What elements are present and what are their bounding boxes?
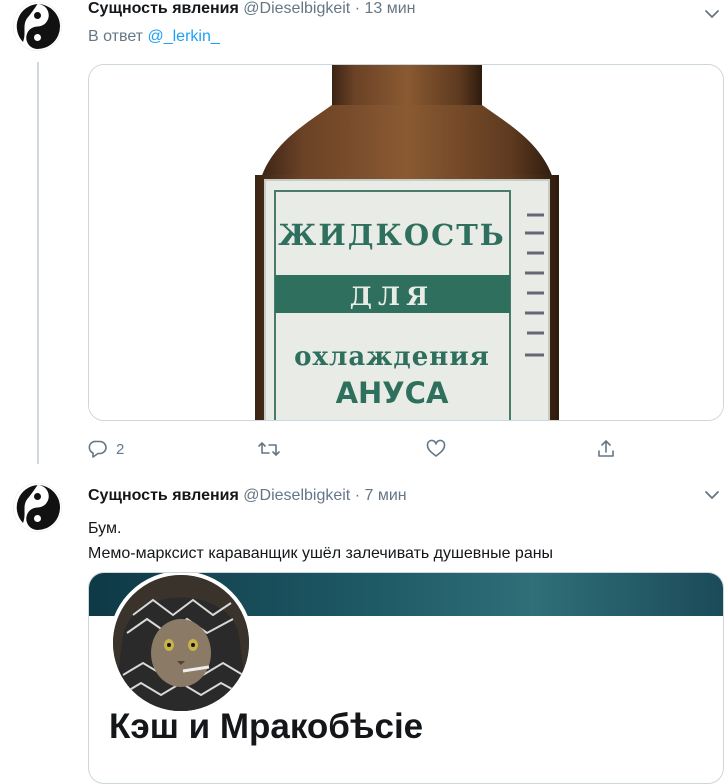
author-avatar-2[interactable] (13, 483, 62, 532)
label-line2: ДЛЯ (350, 282, 434, 311)
label-line1: ЖИДКОСТЬ (278, 218, 505, 252)
liquid-bottle-photo: ЖИДКОСТЬ ДЛЯ охлаждения АНУСА (89, 65, 723, 420)
yin-yang-avatar-icon (13, 483, 62, 532)
reply-prefix: В ответ (88, 28, 144, 45)
cat-in-keffiyeh-photo (113, 575, 249, 711)
tweet-header: Сущность явления @Dieselbigkeit · 13 мин (88, 0, 416, 18)
tweet-image[interactable]: ЖИДКОСТЬ ДЛЯ охлаждения АНУСА (88, 64, 724, 421)
author-avatar[interactable] (13, 2, 62, 51)
tweet-header-2: Сущность явления @Dieselbigkeit · 7 мин (88, 487, 407, 505)
reply-mention-link[interactable]: @_lerkin_ (147, 28, 219, 45)
tweet-timestamp[interactable]: 7 мин (364, 487, 406, 504)
retweet-button[interactable] (258, 435, 280, 463)
share-button[interactable] (596, 435, 616, 463)
card-profile-photo (109, 573, 253, 715)
chevron-down-icon[interactable] (704, 6, 720, 22)
tweet-text-line: Мемо-марксист караванщик ушёл залечивать… (88, 545, 554, 562)
user-handle[interactable]: @Dieselbigkeit (243, 487, 350, 504)
label-line4: АНУСА (336, 376, 449, 410)
link-card[interactable]: Кэш и Мракобѣсіе (88, 572, 724, 784)
reply-icon (88, 440, 107, 458)
user-handle[interactable]: @Dieselbigkeit (243, 0, 350, 17)
yin-yang-avatar-icon (13, 2, 62, 51)
tweet-text-line: Бум. (88, 520, 122, 537)
thread-connector-line (37, 62, 39, 464)
separator-dot: · (354, 487, 361, 504)
tweet-body: Бум. Мемо-марксист караванщик ушёл залеч… (88, 516, 553, 566)
retweet-icon (258, 442, 280, 456)
share-icon (598, 440, 614, 457)
tweet-actions: 2 (0, 435, 728, 463)
reply-count: 2 (116, 440, 125, 458)
display-name[interactable]: Сущность явления (88, 487, 239, 504)
card-title: Кэш и Мракобѣсіе (109, 707, 424, 746)
separator-dot: · (354, 0, 361, 17)
chevron-down-icon[interactable] (704, 487, 720, 503)
like-icon (426, 439, 446, 457)
reply-button[interactable]: 2 (88, 435, 124, 463)
tweet-timestamp[interactable]: 13 мин (364, 0, 415, 17)
like-button[interactable] (426, 435, 446, 463)
reply-context: В ответ @_lerkin_ (88, 28, 220, 46)
label-line3: охлаждения (294, 342, 490, 372)
display-name[interactable]: Сущность явления (88, 0, 239, 17)
